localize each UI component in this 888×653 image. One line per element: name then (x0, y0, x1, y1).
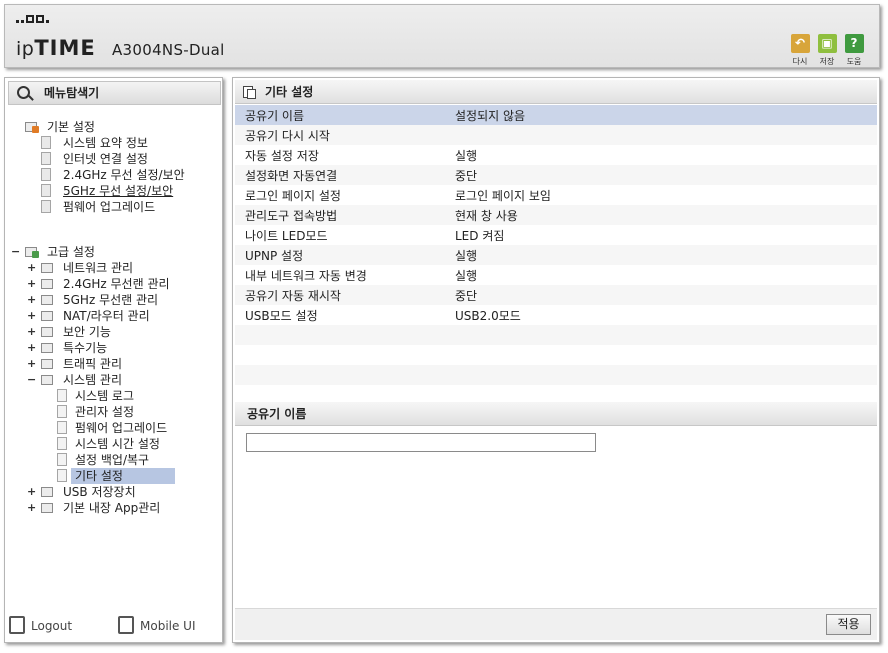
tree-item-network[interactable]: + 네트워크 관리 (27, 260, 217, 276)
settings-row[interactable]: 설정화면 자동연결 중단 (235, 165, 877, 185)
tree-item-system-time[interactable]: 시스템 시간 설정 (57, 436, 207, 452)
tree-basic-settings[interactable]: 기본 설정 (25, 119, 205, 135)
tree-item-nat-router[interactable]: + NAT/라우터 관리 (27, 308, 217, 324)
app-icon (41, 503, 53, 513)
expand-icon: + (27, 293, 37, 306)
expand-icon: + (27, 261, 37, 274)
menu-explorer-title: 메뉴탐색기 (8, 81, 221, 105)
expand-icon: + (27, 357, 37, 370)
expand-icon: + (27, 325, 37, 338)
monitor-icon (41, 152, 51, 165)
settings-row[interactable]: UPNP 설정 실행 (235, 245, 877, 265)
upgrade-icon (41, 200, 51, 213)
save-icon: ▣ (817, 34, 837, 53)
empty-row (235, 325, 877, 345)
settings-row[interactable]: 공유기 자동 재시작 중단 (235, 285, 877, 305)
folder-icon (41, 311, 53, 321)
brand-logo: ipTIME (16, 36, 96, 60)
tree-item-firmware[interactable]: 펌웨어 업그레이드 (57, 420, 207, 436)
folder-icon (41, 263, 53, 273)
page-icon (57, 405, 67, 418)
undo-icon: ↶ (790, 34, 810, 53)
settings-row[interactable]: 자동 설정 저장 실행 (235, 145, 877, 165)
save-button[interactable]: ▣ 저장 (815, 34, 839, 67)
tree-item-system-management[interactable]: − 시스템 관리 (27, 372, 217, 388)
settings-panel: 기타 설정 공유기 이름 설정되지 않음 공유기 다시 시작 자동 설정 저장 … (232, 77, 880, 643)
settings-row[interactable]: 관리도구 접속방법 현재 창 사용 (235, 205, 877, 225)
help-button[interactable]: ? 도움 (842, 34, 866, 67)
router-name-input[interactable] (246, 433, 596, 452)
settings-row[interactable]: 나이트 LED모드 LED 켜짐 (235, 225, 877, 245)
tree-item-traffic[interactable]: + 트래픽 관리 (27, 356, 217, 372)
tree-advanced-settings[interactable]: − 고급 설정 (11, 244, 211, 260)
chart-icon (41, 359, 53, 369)
tree-item-system-log[interactable]: 시스템 로그 (57, 388, 207, 404)
form-section-title: 공유기 이름 (235, 402, 877, 426)
apply-button[interactable]: 적용 (826, 614, 871, 635)
tree-item-backup-restore[interactable]: 설정 백업/복구 (57, 452, 207, 468)
folder-icon (41, 375, 53, 385)
chart-icon (41, 136, 51, 149)
expand-icon: + (27, 309, 37, 322)
expand-icon: + (27, 501, 37, 514)
usb-icon (41, 487, 53, 497)
tree-item-wireless-24ghz[interactable]: 2.4GHz 무선 설정/보안 (41, 167, 211, 183)
wifi-icon (41, 168, 51, 181)
action-bar: 적용 (235, 608, 877, 640)
help-icon: ? (844, 34, 864, 53)
lock-icon (41, 327, 53, 337)
page-icon (57, 453, 67, 466)
tree-item-system-summary[interactable]: 시스템 요약 정보 (41, 135, 211, 151)
settings-row[interactable]: 공유기 이름 설정되지 않음 (235, 105, 877, 125)
tree-item-wlan-24ghz[interactable]: + 2.4GHz 무선랜 관리 (27, 276, 217, 292)
tree-item-wlan-5ghz[interactable]: + 5GHz 무선랜 관리 (27, 292, 217, 308)
pages-icon (243, 86, 256, 99)
tree-item-admin-settings[interactable]: 관리자 설정 (57, 404, 207, 420)
empty-row (235, 365, 877, 385)
settings-table: 공유기 이름 설정되지 않음 공유기 다시 시작 자동 설정 저장 실행 설정화… (235, 105, 877, 405)
page-icon (57, 437, 67, 450)
undo-button[interactable]: ↶ 다시 (788, 34, 812, 67)
tree-item-usb-storage[interactable]: + USB 저장장치 (27, 484, 217, 500)
folder-icon (41, 343, 53, 353)
expand-icon: + (27, 341, 37, 354)
expand-icon: + (27, 277, 37, 290)
model-name: A3004NS-Dual (112, 41, 225, 59)
sidebar-footer: Logout Mobile UI (5, 616, 222, 638)
settings-row[interactable]: USB모드 설정 USB2.0모드 (235, 305, 877, 325)
folder-icon (41, 279, 53, 289)
mobile-icon (118, 616, 134, 634)
page-icon (57, 421, 67, 434)
tree-item-misc-settings[interactable]: 기타 설정 (57, 468, 207, 484)
page-icon (57, 469, 67, 482)
settings-row[interactable]: 내부 네트워크 자동 변경 실행 (235, 265, 877, 285)
logout-icon (9, 616, 25, 634)
collapse-icon: − (11, 245, 21, 258)
tree-item-builtin-apps[interactable]: + 기본 내장 App관리 (27, 500, 217, 516)
settings-row[interactable]: 로그인 페이지 설정 로그인 페이지 보임 (235, 185, 877, 205)
tree-item-internet-connection[interactable]: 인터넷 연결 설정 (41, 151, 211, 167)
brand-logo-dots (16, 15, 49, 23)
folder-icon (41, 295, 53, 305)
empty-row (235, 345, 877, 365)
search-icon (17, 86, 30, 99)
tree-item-firmware-upgrade[interactable]: 펌웨어 업그레이드 (41, 199, 211, 215)
tree-item-wireless-5ghz[interactable]: 5GHz 무선 설정/보안 (41, 183, 211, 199)
tree-item-security[interactable]: + 보안 기능 (27, 324, 217, 340)
menu-explorer-panel: 메뉴탐색기 기본 설정 시스템 요약 정보 인터넷 연결 설정 2.4GHz 무… (4, 77, 223, 643)
page-icon (57, 389, 67, 402)
tree-item-special[interactable]: + 특수기능 (27, 340, 217, 356)
wifi-icon (41, 184, 51, 197)
settings-row[interactable]: 공유기 다시 시작 (235, 125, 877, 145)
expand-icon: + (27, 485, 37, 498)
collapse-icon: − (27, 373, 37, 386)
top-header: ipTIME A3004NS-Dual ↶ 다시 ▣ 저장 ? 도움 (4, 4, 880, 68)
section-title: 기타 설정 (235, 80, 877, 104)
